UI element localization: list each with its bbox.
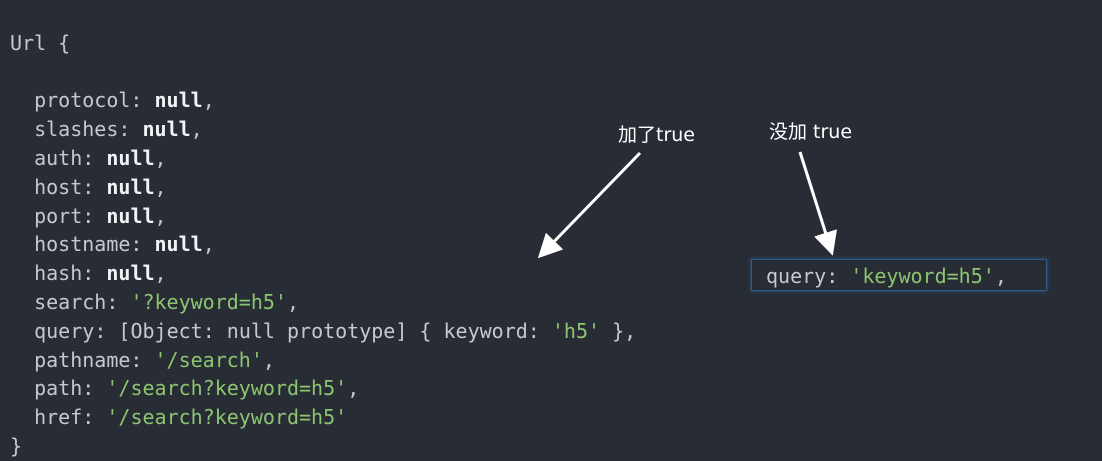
field-value: '/search?keyword=h5': [106, 405, 348, 430]
arrow-icon: [537, 151, 642, 259]
arrow-icon: [798, 151, 838, 256]
arrows: [537, 151, 838, 259]
field-href: href: '/search?keyword=h5': [34, 405, 348, 430]
object-close: }: [10, 433, 23, 458]
field-key: href: [34, 405, 83, 430]
